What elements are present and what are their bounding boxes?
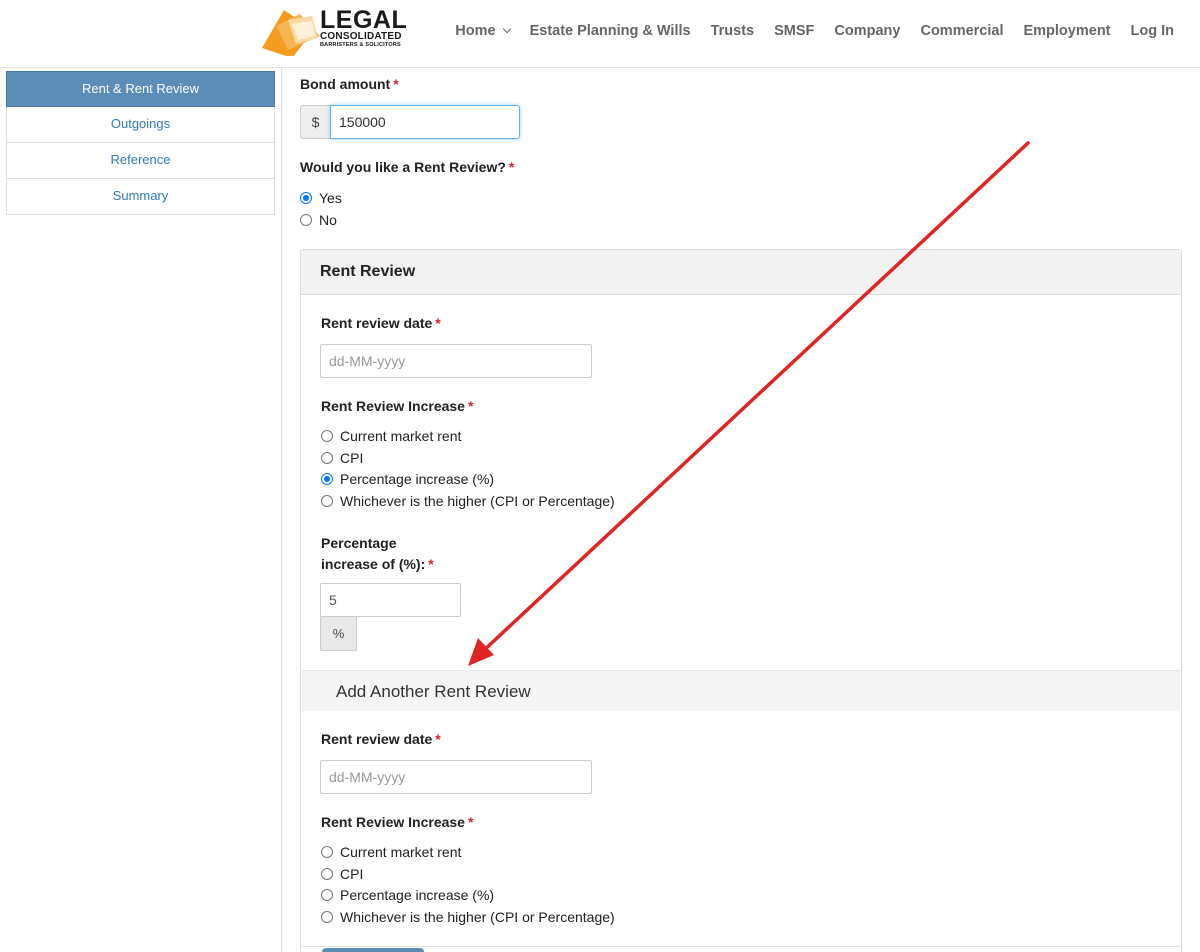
nav-estate-planning[interactable]: Estate Planning & Wills <box>520 22 701 40</box>
rent-review-date-placeholder-2: dd-MM-yyyy <box>329 769 406 785</box>
nav-employment[interactable]: Employment <box>1013 22 1120 40</box>
percentage-radio-2[interactable] <box>321 889 333 901</box>
sidebar: Rent & Rent Review Outgoings Reference S… <box>6 71 275 215</box>
add-another-rent-review-band[interactable]: Add Another Rent Review <box>302 670 1180 711</box>
logo-subtitle: CONSOLIDATED <box>320 31 402 42</box>
rent-review-date-label-text: Rent review date <box>321 315 433 331</box>
content-divider <box>281 68 282 952</box>
higher-radio-2[interactable] <box>321 911 333 923</box>
nav-commercial[interactable]: Commercial <box>910 22 1013 40</box>
percentage-label: Percentage increase (%) <box>340 471 495 487</box>
higher-label: Whichever is the higher (CPI or Percenta… <box>340 493 615 509</box>
panel-footer-divider <box>302 946 1180 947</box>
required-mark: * <box>428 556 434 572</box>
required-mark: * <box>435 731 441 747</box>
rent-review-panel-header: Rent Review <box>301 250 1181 295</box>
bond-amount-input[interactable]: 150000 <box>330 105 520 139</box>
higher-label-2: Whichever is the higher (CPI or Percenta… <box>340 909 615 925</box>
percentage-increase-value: 5 <box>329 592 337 608</box>
required-mark: * <box>508 159 515 175</box>
increase-option-percentage-2[interactable]: Percentage increase (%) <box>321 887 494 903</box>
nav-home-label: Home <box>455 23 496 39</box>
logo-text[interactable]: LEGAL CONSOLIDATED BARRISTERS & SOLICITO… <box>320 8 407 49</box>
percentage-increase-input[interactable]: 5 <box>320 583 461 617</box>
percentage-increase-label: Percentage increase of (%): * <box>321 533 434 575</box>
percentage-increase-label-line1: Percentage <box>321 535 397 551</box>
sidebar-item-reference[interactable]: Reference <box>6 143 275 179</box>
rent-review-date-placeholder: dd-MM-yyyy <box>329 353 406 369</box>
logo-tagline: BARRISTERS & SOLICITORS <box>320 42 401 48</box>
rent-review-no-radio[interactable] <box>300 214 312 226</box>
rent-review-question-text: Would you like a Rent Review? <box>300 159 506 175</box>
chevron-down-icon <box>502 24 511 34</box>
sidebar-item-summary[interactable]: Summary <box>6 179 275 215</box>
increase-option-cpi-2[interactable]: CPI <box>321 866 363 882</box>
market-rent-label: Current market rent <box>340 428 462 444</box>
sidebar-item-rent-review[interactable]: Rent & Rent Review <box>6 71 275 107</box>
rent-review-yes-radio[interactable] <box>300 192 312 204</box>
nav-company[interactable]: Company <box>824 22 910 40</box>
rent-review-no-option[interactable]: No <box>300 212 337 228</box>
cpi-label-2: CPI <box>340 866 364 882</box>
required-mark: * <box>393 76 399 92</box>
currency-addon: $ <box>300 105 330 139</box>
rent-review-yes-option[interactable]: Yes <box>300 190 342 206</box>
rent-review-yes-label: Yes <box>319 190 342 206</box>
sidebar-item-outgoings[interactable]: Outgoings <box>6 107 275 143</box>
cpi-label: CPI <box>340 450 364 466</box>
percent-addon: % <box>320 616 357 651</box>
rent-review-increase-label: Rent Review Increase * <box>321 398 473 414</box>
required-mark: * <box>467 398 474 414</box>
rent-review-date-label-2: Rent review date * <box>321 731 441 747</box>
increase-option-percentage[interactable]: Percentage increase (%) <box>321 471 494 487</box>
increase-option-cpi[interactable]: CPI <box>321 450 363 466</box>
logo-title: LEGAL <box>320 6 408 34</box>
bond-amount-group: $ 150000 <box>300 105 520 139</box>
increase-option-market-rent[interactable]: Current market rent <box>321 428 461 444</box>
increase-option-higher[interactable]: Whichever is the higher (CPI or Percenta… <box>321 493 615 509</box>
cpi-radio-2[interactable] <box>321 868 333 880</box>
required-mark: * <box>435 315 441 331</box>
market-rent-label-2: Current market rent <box>340 844 462 860</box>
rent-review-date-label-2-text: Rent review date <box>321 731 433 747</box>
percentage-radio[interactable] <box>321 473 333 485</box>
increase-option-higher-2[interactable]: Whichever is the higher (CPI or Percenta… <box>321 909 615 925</box>
nav-smsf[interactable]: SMSF <box>764 22 824 40</box>
panel-footer-button[interactable] <box>322 948 424 952</box>
rent-review-panel-title: Rent Review <box>320 263 416 280</box>
nav-home[interactable]: Home <box>445 22 519 40</box>
higher-radio[interactable] <box>321 495 333 507</box>
rent-review-question-label: Would you like a Rent Review? * <box>300 159 514 175</box>
main-nav: Home Estate Planning & Wills Trusts SMSF… <box>445 22 1184 40</box>
rent-review-increase-label-2-text: Rent Review Increase <box>321 814 465 830</box>
rent-review-date-label: Rent review date * <box>321 315 441 331</box>
bond-amount-label-text: Bond amount <box>300 76 391 92</box>
percentage-increase-label-line2: increase of (%): <box>321 556 426 572</box>
nav-trusts[interactable]: Trusts <box>701 22 765 40</box>
bond-amount-label: Bond amount * <box>300 76 399 92</box>
rent-review-date-input[interactable]: dd-MM-yyyy <box>320 344 592 378</box>
rent-review-increase-label-text: Rent Review Increase <box>321 398 465 414</box>
increase-option-market-rent-2[interactable]: Current market rent <box>321 844 461 860</box>
site-header: LEGAL CONSOLIDATED BARRISTERS & SOLICITO… <box>0 0 1200 68</box>
required-mark: * <box>467 814 474 830</box>
add-another-rent-review-title[interactable]: Add Another Rent Review <box>336 682 531 702</box>
nav-log-in[interactable]: Log In <box>1121 22 1185 40</box>
rent-review-increase-label-2: Rent Review Increase * <box>321 814 473 830</box>
market-rent-radio-2[interactable] <box>321 846 333 858</box>
cpi-radio[interactable] <box>321 452 333 464</box>
rent-review-date-input-2[interactable]: dd-MM-yyyy <box>320 760 592 794</box>
rent-review-no-label: No <box>319 212 337 228</box>
percentage-label-2: Percentage increase (%) <box>340 887 495 903</box>
market-rent-radio[interactable] <box>321 430 333 442</box>
